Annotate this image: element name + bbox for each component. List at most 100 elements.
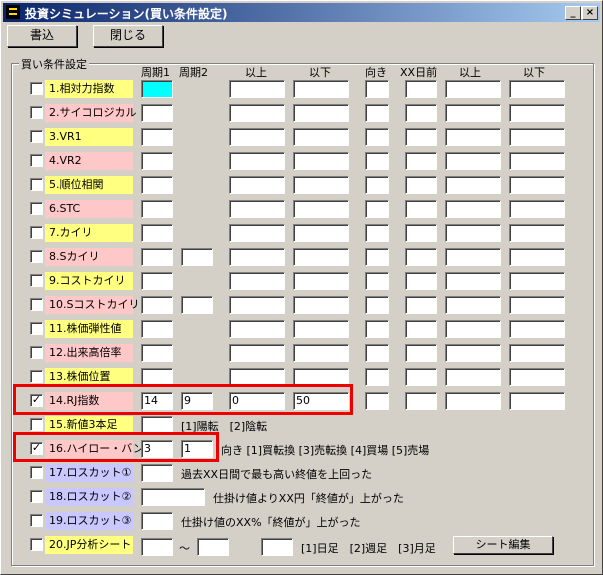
row-2-checkbox[interactable] xyxy=(30,106,43,119)
row-2-col-6[interactable] xyxy=(405,104,437,122)
row-19-checkbox[interactable] xyxy=(30,514,43,527)
row-3-checkbox[interactable] xyxy=(30,130,43,143)
row-8-col-3[interactable] xyxy=(229,248,285,266)
row-14-col-5[interactable] xyxy=(365,392,389,410)
row-20-to-input[interactable] xyxy=(197,538,229,556)
row-6-col-8[interactable] xyxy=(509,200,565,218)
row-11-col-5[interactable] xyxy=(365,320,389,338)
row-3-col-7[interactable] xyxy=(445,128,501,146)
row-10-col-4[interactable] xyxy=(293,296,349,314)
row-14-col-7[interactable] xyxy=(445,392,501,410)
row-4-col-6[interactable] xyxy=(405,152,437,170)
row-2-col-1[interactable] xyxy=(141,104,173,122)
row-1-col-7[interactable] xyxy=(445,80,501,98)
row-3-col-6[interactable] xyxy=(405,128,437,146)
row-7-col-6[interactable] xyxy=(405,224,437,242)
row-6-col-4[interactable] xyxy=(293,200,349,218)
row-7-col-4[interactable] xyxy=(293,224,349,242)
row-4-checkbox[interactable] xyxy=(30,154,43,167)
row-14-col-6[interactable] xyxy=(405,392,437,410)
row-4-col-3[interactable] xyxy=(229,152,285,170)
row-5-col-8[interactable] xyxy=(509,176,565,194)
sheet-edit-button[interactable]: シート編集 xyxy=(453,536,553,554)
row-5-col-7[interactable] xyxy=(445,176,501,194)
row-20-from-input[interactable] xyxy=(141,538,173,556)
title-bar[interactable]: 投資シミュレーション(買い条件設定) _ □ xyxy=(3,3,600,22)
row-8-col-1[interactable] xyxy=(141,248,173,266)
row-1-col-5[interactable] xyxy=(365,80,389,98)
row-19-input[interactable] xyxy=(141,512,173,530)
row-2-col-8[interactable] xyxy=(509,104,565,122)
row-5-col-5[interactable] xyxy=(365,176,389,194)
row-12-col-1[interactable] xyxy=(141,344,173,362)
row-13-checkbox[interactable] xyxy=(30,370,43,383)
row-3-col-4[interactable] xyxy=(293,128,349,146)
row-18-input[interactable] xyxy=(141,488,205,506)
row-6-col-7[interactable] xyxy=(445,200,501,218)
row-4-col-8[interactable] xyxy=(509,152,565,170)
row-13-col-8[interactable] xyxy=(509,368,565,386)
row-2-col-4[interactable] xyxy=(293,104,349,122)
row-9-col-3[interactable] xyxy=(229,272,285,290)
row-10-col-8[interactable] xyxy=(509,296,565,314)
row-9-col-5[interactable] xyxy=(365,272,389,290)
row-1-col-1[interactable] xyxy=(141,80,173,98)
row-12-col-6[interactable] xyxy=(405,344,437,362)
row-11-col-1[interactable] xyxy=(141,320,173,338)
row-1-col-3[interactable] xyxy=(229,80,285,98)
row-1-col-6[interactable] xyxy=(405,80,437,98)
row-7-col-3[interactable] xyxy=(229,224,285,242)
row-3-col-1[interactable] xyxy=(141,128,173,146)
row-1-col-8[interactable] xyxy=(509,80,565,98)
row-13-col-5[interactable] xyxy=(365,368,389,386)
row-8-col-4[interactable] xyxy=(293,248,349,266)
row-5-col-4[interactable] xyxy=(293,176,349,194)
row-9-col-6[interactable] xyxy=(405,272,437,290)
row-12-col-8[interactable] xyxy=(509,344,565,362)
row-7-col-1[interactable] xyxy=(141,224,173,242)
row-9-col-4[interactable] xyxy=(293,272,349,290)
row-20-period-input[interactable] xyxy=(261,538,293,556)
row-7-checkbox[interactable] xyxy=(30,226,43,239)
close-button[interactable]: × xyxy=(582,6,598,20)
row-18-checkbox[interactable] xyxy=(30,490,43,503)
row-11-checkbox[interactable] xyxy=(30,322,43,335)
row-6-col-5[interactable] xyxy=(365,200,389,218)
row-6-checkbox[interactable] xyxy=(30,202,43,215)
row-12-checkbox[interactable] xyxy=(30,346,43,359)
row-5-col-6[interactable] xyxy=(405,176,437,194)
row-10-col-1[interactable] xyxy=(141,296,173,314)
row-4-col-1[interactable] xyxy=(141,152,173,170)
row-13-col-7[interactable] xyxy=(445,368,501,386)
row-6-col-1[interactable] xyxy=(141,200,173,218)
row-10-col-3[interactable] xyxy=(229,296,285,314)
row-5-col-1[interactable] xyxy=(141,176,173,194)
write-button[interactable]: 書込 xyxy=(7,25,77,47)
row-4-col-7[interactable] xyxy=(445,152,501,170)
row-20-checkbox[interactable] xyxy=(30,538,43,551)
row-12-col-4[interactable] xyxy=(293,344,349,362)
row-8-col-8[interactable] xyxy=(509,248,565,266)
row-3-col-8[interactable] xyxy=(509,128,565,146)
row-11-col-8[interactable] xyxy=(509,320,565,338)
row-10-checkbox[interactable] xyxy=(30,298,43,311)
row-8-col-5[interactable] xyxy=(365,248,389,266)
row-14-col-8[interactable] xyxy=(509,392,565,410)
minimize-button[interactable]: _ xyxy=(565,6,581,20)
row-9-col-8[interactable] xyxy=(509,272,565,290)
row-4-col-4[interactable] xyxy=(293,152,349,170)
row-17-input[interactable] xyxy=(141,464,173,482)
row-11-col-3[interactable] xyxy=(229,320,285,338)
row-7-col-7[interactable] xyxy=(445,224,501,242)
row-2-col-7[interactable] xyxy=(445,104,501,122)
row-9-col-1[interactable] xyxy=(141,272,173,290)
row-8-col-2[interactable] xyxy=(181,248,213,266)
row-1-checkbox[interactable] xyxy=(30,82,43,95)
row-10-col-2[interactable] xyxy=(181,296,213,314)
row-12-col-5[interactable] xyxy=(365,344,389,362)
row-11-col-4[interactable] xyxy=(293,320,349,338)
row-5-checkbox[interactable] xyxy=(30,178,43,191)
row-5-col-3[interactable] xyxy=(229,176,285,194)
row-12-col-3[interactable] xyxy=(229,344,285,362)
row-13-col-6[interactable] xyxy=(405,368,437,386)
